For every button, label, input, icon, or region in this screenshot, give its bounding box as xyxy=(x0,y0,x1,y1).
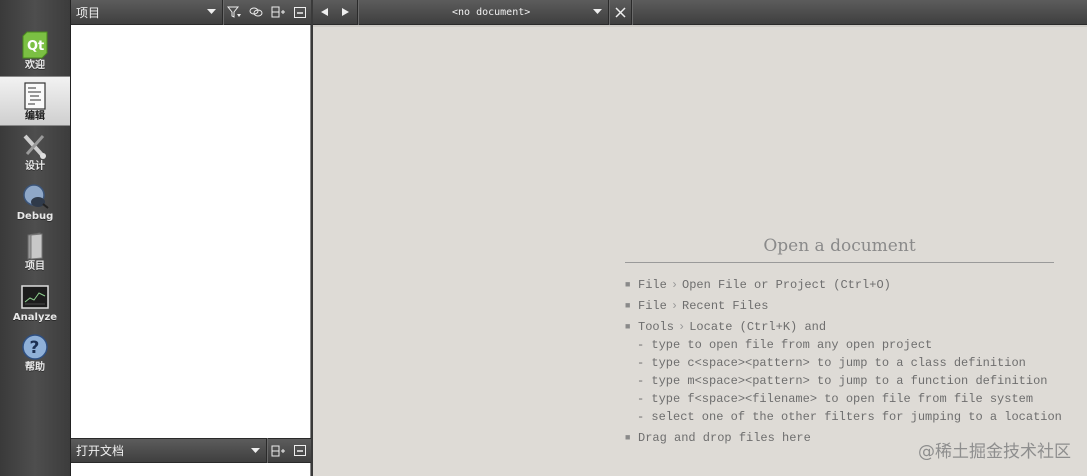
project-book-icon xyxy=(21,232,49,260)
mode-label: 帮助 xyxy=(25,362,45,373)
split-panel-icon[interactable] xyxy=(267,0,289,25)
filter-icon[interactable] xyxy=(223,0,245,25)
hint-sub-item: - type m<space><pattern> to jump to a fu… xyxy=(637,374,1048,388)
forward-arrow-icon[interactable] xyxy=(335,0,357,25)
mode-selector-sidebar: Qt 欢迎 编辑 设计 Debug 项目 Analyze ? 帮助 xyxy=(0,0,71,476)
chevron-down-icon[interactable] xyxy=(244,438,266,463)
open-documents-list[interactable] xyxy=(71,463,311,476)
hint-sub-item: - select one of the other filters for ju… xyxy=(637,410,1062,424)
chevron-right-icon: › xyxy=(678,320,686,334)
mode-welcome[interactable]: Qt 欢迎 xyxy=(0,26,70,76)
open-documents-view-selector[interactable]: 打开文档 xyxy=(71,442,244,459)
chevron-down-icon[interactable] xyxy=(200,0,222,25)
design-tools-icon xyxy=(21,132,49,160)
hint-sub-item: - type c<space><pattern> to jump to a cl… xyxy=(637,356,1026,370)
mode-edit[interactable]: 编辑 xyxy=(0,76,70,126)
mode-label: 设计 xyxy=(25,161,45,172)
mode-label: Analyze xyxy=(12,312,58,323)
edit-document-icon xyxy=(21,82,49,110)
chevron-right-icon: › xyxy=(670,299,679,313)
bullet-icon: ■ xyxy=(625,433,631,443)
mode-debug[interactable]: Debug xyxy=(0,177,70,227)
projects-toolbar: 项目 xyxy=(71,0,311,25)
mode-label: 欢迎 xyxy=(25,60,45,71)
watermark: @稀土掘金技术社区 xyxy=(918,442,1071,462)
mode-label: 项目 xyxy=(25,261,45,272)
svg-text:Qt: Qt xyxy=(27,39,44,54)
bullet-icon: ■ xyxy=(625,280,631,290)
back-arrow-icon[interactable] xyxy=(313,0,335,25)
hint-item: ■ File › Open File or Project (Ctrl+O) xyxy=(625,278,891,292)
bullet-icon: ■ xyxy=(625,322,631,332)
analyze-monitor-icon xyxy=(21,283,49,311)
projects-view-selector[interactable]: 项目 xyxy=(71,4,200,21)
open-document-heading: Open a document xyxy=(625,236,1054,263)
chevron-down-icon xyxy=(593,9,602,14)
document-selector[interactable]: <no document> xyxy=(358,0,608,25)
qt-logo-icon: Qt xyxy=(21,31,49,59)
editor-toolbar: <no document> xyxy=(313,0,1087,25)
mode-analyze[interactable]: Analyze xyxy=(0,278,70,328)
hint-item: ■ Tools › Locate (Ctrl+K) and xyxy=(625,320,827,334)
mode-help[interactable]: ? 帮助 xyxy=(0,328,70,378)
open-documents-toolbar: 打开文档 xyxy=(71,438,311,463)
hint-sub-item: - type f<space><filename> to open file f… xyxy=(637,392,1034,406)
hint-item: ■ File › Recent Files xyxy=(625,299,769,313)
mode-label: Debug xyxy=(16,211,54,222)
mode-projects[interactable]: 项目 xyxy=(0,227,70,277)
document-selector-value: <no document> xyxy=(452,6,531,18)
split-panel-icon[interactable] xyxy=(267,438,289,463)
debug-bug-icon xyxy=(21,182,49,210)
svg-text:?: ? xyxy=(30,338,40,358)
open-document-hint: Open a document ■ File › Open File or Proje… xyxy=(625,236,1062,447)
mode-design[interactable]: 设计 xyxy=(0,127,70,177)
help-question-icon: ? xyxy=(21,333,49,361)
close-panel-icon[interactable] xyxy=(289,0,311,25)
hint-sub-item: - type to open file from any open projec… xyxy=(637,338,933,352)
chevron-right-icon: › xyxy=(670,278,679,292)
bullet-icon: ■ xyxy=(625,301,631,311)
projects-tree-view[interactable] xyxy=(71,25,311,438)
close-document-icon[interactable] xyxy=(609,0,631,25)
link-sync-icon[interactable] xyxy=(245,0,267,25)
close-panel-icon[interactable] xyxy=(289,438,311,463)
mode-label: 编辑 xyxy=(25,111,45,122)
